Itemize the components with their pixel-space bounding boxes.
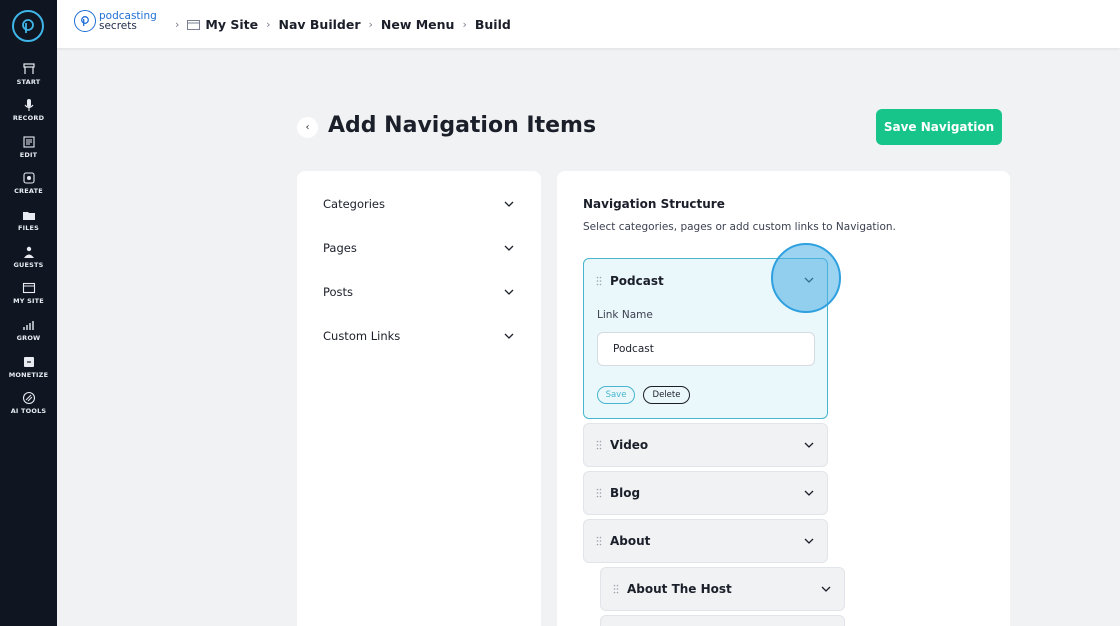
link-name-input[interactable] [597,332,815,366]
podcast-logo-icon [74,10,96,32]
rail-label: AI TOOLS [10,407,47,415]
nav-item-label: About [610,534,651,548]
rail-label: EDIT [19,151,38,159]
nav-item-video[interactable]: Video [583,423,828,467]
rail-item-start[interactable]: START [0,62,57,86]
chevron-right-icon: › [266,18,271,31]
nav-item-partial[interactable] [600,615,845,626]
back-button[interactable]: ‹ [297,117,318,138]
chevron-down-icon[interactable] [820,583,832,595]
rail-label: GUESTS [13,261,44,269]
guests-icon [23,246,34,258]
files-icon [22,212,35,220]
structure-subtitle: Select categories, pages or add custom l… [583,221,896,233]
chevron-down-icon [504,289,514,295]
monetize-icon [23,357,34,367]
rail-label: FILES [17,224,40,232]
delete-item-button[interactable]: Delete [643,386,690,404]
brand-line-2: secrets [99,20,137,32]
accordion-label: Pages [323,241,357,255]
rail-item-monetize[interactable]: MONETIZE [0,355,57,379]
chevron-down-icon[interactable] [803,487,815,499]
breadcrumb-build: Build [474,17,511,32]
chevron-down-icon [504,245,514,251]
chevron-right-icon: › [462,18,467,31]
start-icon [22,63,35,74]
accordion-pages[interactable]: Pages [323,238,515,258]
nav-item-label: Podcast [610,274,664,288]
app-logo-icon[interactable] [12,10,44,42]
rail-item-ai-tools[interactable]: AI TOOLS [0,391,57,415]
rail-label: RECORD [12,114,45,122]
nav-item-label: Blog [610,486,641,500]
breadcrumb-new-menu[interactable]: New Menu [381,17,455,32]
rail-item-record[interactable]: RECORD [0,98,57,122]
brand-name: podcasting secrets [99,11,157,32]
rail-item-files[interactable]: FILES [0,208,57,232]
top-bar: podcasting secrets › My Site › Nav Build… [57,0,1120,48]
microphone-icon [24,99,33,111]
rail-item-guests[interactable]: GUESTS [0,245,57,269]
nav-item-blog[interactable]: Blog [583,471,828,515]
nav-item-label: Video [610,438,649,452]
ai-tools-icon [22,391,35,405]
source-panel: Categories Pages Posts Custom Links [297,171,541,626]
edit-icon [22,136,35,148]
nav-item-about-the-host[interactable]: About The Host [600,567,845,611]
drag-handle-icon[interactable] [596,276,602,286]
rail-item-my-site[interactable]: MY SITE [0,281,57,305]
chevron-down-icon [504,333,514,339]
accordion-label: Custom Links [323,329,401,343]
rail-item-edit[interactable]: EDIT [0,135,57,159]
accordion-label: Categories [323,197,385,211]
chevron-right-icon: › [368,18,373,31]
link-name-label: Link Name [597,309,653,321]
grow-icon [22,321,34,330]
chevron-left-icon: ‹ [305,122,310,133]
rail-item-create[interactable]: CREATE [0,171,57,195]
nav-item-about[interactable]: About [583,519,828,563]
navigation-structure-panel: Navigation Structure Select categories, … [557,171,1010,626]
accordion-custom-links[interactable]: Custom Links [323,326,515,346]
accordion-categories[interactable]: Categories [323,194,515,214]
create-icon [22,172,35,184]
page-title: Add Navigation Items [328,113,597,138]
drag-handle-icon[interactable] [613,584,619,594]
structure-title: Navigation Structure [583,197,725,211]
breadcrumb-my-site[interactable]: My Site [205,17,258,32]
chevron-down-icon[interactable] [803,439,815,451]
drag-handle-icon[interactable] [596,536,602,546]
breadcrumb: › My Site › Nav Builder › New Menu › Bui… [167,17,511,32]
save-navigation-button[interactable]: Save Navigation [876,109,1002,145]
accordion-posts[interactable]: Posts [323,282,515,302]
chevron-right-icon: › [175,18,180,31]
drag-handle-icon[interactable] [596,488,602,498]
rail-label: START [16,78,41,86]
rail-label: MY SITE [13,297,44,305]
site-window-icon [187,19,201,30]
rail-label: CREATE [14,187,43,195]
drag-handle-icon[interactable] [596,440,602,450]
breadcrumb-nav-builder[interactable]: Nav Builder [279,17,361,32]
chevron-down-icon [504,201,514,207]
chevron-down-icon[interactable] [803,535,815,547]
save-item-button[interactable]: Save [597,386,635,404]
accordion-label: Posts [323,285,354,299]
click-highlight [771,243,841,313]
rail-label: GROW [16,334,41,342]
brand-logo[interactable]: podcasting secrets [74,10,157,32]
my-site-icon [22,282,35,294]
side-rail: START RECORD EDIT CREATE FILES GUESTS MY… [0,0,57,626]
rail-item-grow[interactable]: GROW [0,318,57,342]
rail-label: MONETIZE [8,371,49,379]
nav-item-label: About The Host [627,582,732,596]
